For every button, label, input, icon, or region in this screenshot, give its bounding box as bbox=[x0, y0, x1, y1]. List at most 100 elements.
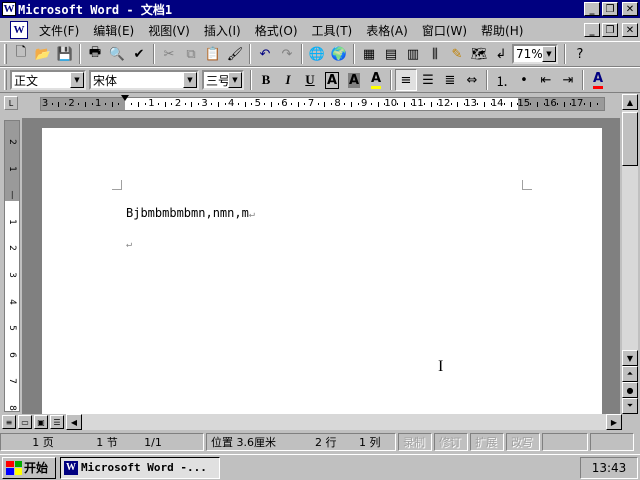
new-document-icon[interactable]: 🗋 bbox=[10, 43, 32, 65]
document-page[interactable]: Bjbmbmbmbmn,nmn,m↵ ↵ I bbox=[42, 128, 602, 414]
document-empty-line[interactable]: ↵ bbox=[126, 236, 132, 250]
web-toolbar-icon[interactable]: 🌍 bbox=[328, 43, 350, 65]
doc-restore-button[interactable]: ❐ bbox=[602, 23, 618, 37]
menu-insert[interactable]: 插入(I) bbox=[197, 22, 248, 39]
menu-format[interactable]: 格式(O) bbox=[248, 22, 305, 39]
char-shading-button[interactable]: A bbox=[343, 69, 365, 91]
scroll-right-button[interactable]: ▶ bbox=[606, 414, 622, 430]
toolbar-grip[interactable] bbox=[4, 44, 7, 64]
ruler-label: 12 bbox=[437, 98, 451, 109]
menu-tools[interactable]: 工具(T) bbox=[305, 22, 360, 39]
font-size-select[interactable]: 三号 ▼ bbox=[202, 70, 244, 90]
document-icon[interactable]: W bbox=[10, 21, 28, 39]
columns-icon[interactable]: ⫼ bbox=[424, 43, 446, 65]
minimize-button[interactable]: _ bbox=[584, 2, 600, 16]
print-preview-icon[interactable]: 🔍 bbox=[106, 43, 128, 65]
menu-help[interactable]: 帮助(H) bbox=[474, 22, 530, 39]
menu-edit[interactable]: 编辑(E) bbox=[86, 22, 141, 39]
zoom-select[interactable]: 71% ▼ bbox=[512, 44, 558, 64]
underline-button[interactable]: U bbox=[299, 69, 321, 91]
show-hide-icon[interactable]: ↲ bbox=[490, 43, 512, 65]
horizontal-scroll-row: ≡ ▭ ▣ ☰ ◀ ▶ bbox=[0, 414, 640, 430]
tables-borders-icon[interactable]: ▦ bbox=[358, 43, 380, 65]
chevron-down-icon[interactable]: ▼ bbox=[70, 72, 84, 88]
outline-view-icon[interactable]: ☰ bbox=[50, 415, 64, 429]
print-icon[interactable]: 🖶 bbox=[84, 43, 106, 65]
toolbar-grip[interactable] bbox=[4, 70, 7, 90]
scroll-thumb[interactable] bbox=[622, 112, 638, 166]
style-select[interactable]: 正文 ▼ bbox=[10, 70, 86, 90]
menu-window[interactable]: 窗口(W) bbox=[415, 22, 474, 39]
normal-view-icon[interactable]: ≡ bbox=[2, 415, 16, 429]
align-center-icon[interactable]: ☰ bbox=[417, 69, 439, 91]
horizontal-scrollbar[interactable]: ◀ ▶ bbox=[66, 414, 622, 430]
status-ovr[interactable]: 改写 bbox=[506, 433, 540, 451]
bullets-icon[interactable]: • bbox=[513, 69, 535, 91]
format-painter-icon[interactable]: 🖌 bbox=[224, 43, 246, 65]
bold-button[interactable]: B bbox=[255, 69, 277, 91]
ruler-label: 5 bbox=[254, 98, 261, 109]
page-layout-icon[interactable]: ▣ bbox=[34, 415, 48, 429]
close-button[interactable]: ✕ bbox=[622, 2, 638, 16]
numbering-icon[interactable]: ⒈ bbox=[491, 69, 513, 91]
undo-icon[interactable]: ↶ bbox=[254, 43, 276, 65]
start-button[interactable]: 开始 bbox=[2, 456, 56, 479]
taskbar-word-button[interactable]: W Microsoft Word -... bbox=[60, 456, 220, 479]
paste-icon[interactable]: 📋 bbox=[202, 43, 224, 65]
doc-close-button[interactable]: ✕ bbox=[622, 23, 638, 37]
distributed-align-icon[interactable]: ⇔ bbox=[461, 69, 483, 91]
insert-table-icon[interactable]: ▤ bbox=[380, 43, 402, 65]
chevron-down-icon[interactable]: ▼ bbox=[228, 72, 242, 88]
status-ext[interactable]: 扩展 bbox=[470, 433, 504, 451]
menu-file[interactable]: 文件(F) bbox=[32, 22, 86, 39]
maximize-button[interactable]: ❐ bbox=[602, 2, 618, 16]
drawing-icon[interactable]: ✎ bbox=[446, 43, 468, 65]
horizontal-ruler[interactable]: 3 2 1 1 2 3 4 5 6 7 8 9 10 11 12 13 14 15 16 17 bbox=[40, 95, 605, 111]
scroll-down-button[interactable]: ▼ bbox=[622, 350, 638, 366]
menu-table[interactable]: 表格(A) bbox=[359, 22, 415, 39]
align-justify-icon[interactable]: ≡ bbox=[395, 69, 417, 91]
char-border-button[interactable]: A bbox=[321, 69, 343, 91]
vertical-ruler[interactable]: 2 1 — 1 2 3 4 5 6 7 8 bbox=[4, 120, 20, 412]
web-layout-icon[interactable]: ▭ bbox=[18, 415, 32, 429]
status-column: 1 列 bbox=[359, 436, 381, 449]
menu-view[interactable]: 视图(V) bbox=[141, 22, 197, 39]
status-rec[interactable]: 录制 bbox=[398, 433, 432, 451]
hyperlink-icon[interactable]: 🌐 bbox=[306, 43, 328, 65]
chevron-down-icon[interactable]: ▼ bbox=[183, 72, 197, 88]
vertical-scrollbar[interactable]: ▲ ▼ ⏶ ● ⏷ bbox=[622, 94, 638, 414]
select-browse-object-button[interactable]: ● bbox=[622, 382, 638, 398]
italic-button[interactable]: I bbox=[277, 69, 299, 91]
document-area[interactable]: Bjbmbmbmbmn,nmn,m↵ ↵ I bbox=[22, 118, 620, 414]
save-icon[interactable]: 💾 bbox=[54, 43, 76, 65]
font-color-button[interactable]: A bbox=[587, 69, 609, 91]
previous-page-button[interactable]: ⏶ bbox=[622, 366, 638, 382]
clock[interactable]: 13:43 bbox=[592, 461, 627, 475]
scroll-up-button[interactable]: ▲ bbox=[622, 94, 638, 110]
redo-icon[interactable]: ↷ bbox=[276, 43, 298, 65]
help-icon[interactable]: ? bbox=[569, 43, 591, 65]
font-select[interactable]: 宋体 ▼ bbox=[89, 70, 199, 90]
tab-selector[interactable]: L bbox=[4, 96, 18, 110]
open-folder-icon[interactable]: 📂 bbox=[32, 43, 54, 65]
decrease-indent-icon[interactable]: ⇤ bbox=[535, 69, 557, 91]
cut-icon[interactable]: ✂ bbox=[158, 43, 180, 65]
highlight-button[interactable]: A bbox=[365, 69, 387, 91]
word-app-icon[interactable]: W bbox=[2, 2, 16, 16]
scroll-left-button[interactable]: ◀ bbox=[66, 414, 82, 430]
status-spelling[interactable] bbox=[590, 433, 634, 451]
document-text-line[interactable]: Bjbmbmbmbmn,nmn,m↵ bbox=[126, 206, 255, 220]
copy-icon[interactable]: ⧉ bbox=[180, 43, 202, 65]
ruler-label: 7 bbox=[307, 98, 315, 109]
indent-marker-icon[interactable] bbox=[120, 95, 129, 101]
spelling-icon[interactable]: ✔ bbox=[128, 43, 150, 65]
status-trk[interactable]: 修订 bbox=[434, 433, 468, 451]
doc-minimize-button[interactable]: _ bbox=[584, 23, 600, 37]
status-pages: 1/1 bbox=[144, 435, 162, 449]
next-page-button[interactable]: ⏷ bbox=[622, 398, 638, 414]
increase-indent-icon[interactable]: ⇥ bbox=[557, 69, 579, 91]
insert-excel-icon[interactable]: ▥ bbox=[402, 43, 424, 65]
chevron-down-icon[interactable]: ▼ bbox=[542, 46, 556, 62]
document-map-icon[interactable]: 🗺 bbox=[468, 43, 490, 65]
align-right-icon[interactable]: ≣ bbox=[439, 69, 461, 91]
